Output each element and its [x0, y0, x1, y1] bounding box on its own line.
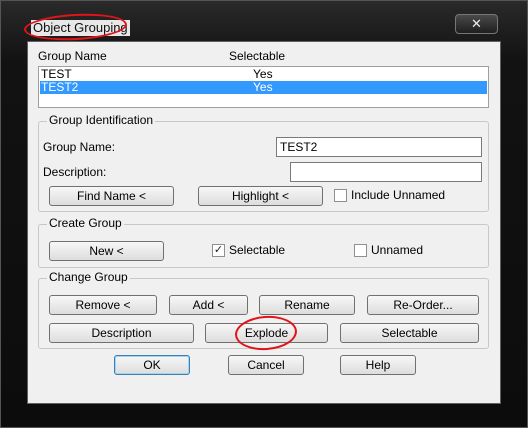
group-name-field[interactable]: TEST2 [276, 137, 482, 157]
new-button[interactable]: New < [49, 241, 164, 261]
group-identification-legend: Group Identification [47, 113, 156, 127]
remove-button[interactable]: Remove < [49, 295, 157, 315]
include-unnamed-label: Include Unnamed [351, 188, 446, 202]
check-icon[interactable]: ✓ [212, 244, 225, 257]
title-bar[interactable]: Object Grouping ✕ [1, 1, 528, 43]
find-name-button[interactable]: Find Name < [49, 186, 174, 206]
create-group-box: Create Group New < ✓ Selectable Unnamed [38, 216, 489, 268]
close-button[interactable]: ✕ [455, 14, 498, 34]
list-item-test2[interactable]: TEST2 Yes [40, 81, 487, 94]
description-button[interactable]: Description [49, 323, 194, 343]
column-header-group-name: Group Name [38, 49, 107, 63]
group-list[interactable]: TEST Yes TEST2 Yes [38, 66, 489, 108]
add-button[interactable]: Add < [169, 295, 248, 315]
create-group-legend: Create Group [47, 216, 124, 230]
ok-button[interactable]: OK [114, 355, 190, 375]
dialog-window: Object Grouping ✕ Group Name Selectable … [0, 0, 528, 428]
column-header-selectable: Selectable [229, 49, 286, 63]
rename-button[interactable]: Rename [259, 295, 355, 315]
close-icon: ✕ [471, 16, 482, 31]
list-item-name: TEST2 [41, 80, 79, 94]
group-identification-box: Group Identification Group Name: TEST2 D… [38, 113, 489, 212]
reorder-button[interactable]: Re-Order... [367, 295, 479, 315]
selectable-button[interactable]: Selectable [340, 323, 479, 343]
help-button[interactable]: Help [340, 355, 416, 375]
unnamed-label: Unnamed [371, 243, 424, 257]
description-field[interactable] [290, 162, 482, 182]
unnamed-checkbox-box[interactable] [354, 244, 367, 257]
description-label: Description: [43, 165, 107, 179]
group-name-label: Group Name: [43, 140, 116, 154]
selectable-label: Selectable [229, 243, 286, 257]
include-unnamed-checkbox-box[interactable] [334, 189, 347, 202]
list-item-selectable: Yes [253, 80, 273, 94]
cancel-button[interactable]: Cancel [228, 355, 304, 375]
highlight-button[interactable]: Highlight < [198, 186, 323, 206]
title-annotation-circle [23, 11, 128, 43]
change-group-legend: Change Group [47, 270, 130, 284]
